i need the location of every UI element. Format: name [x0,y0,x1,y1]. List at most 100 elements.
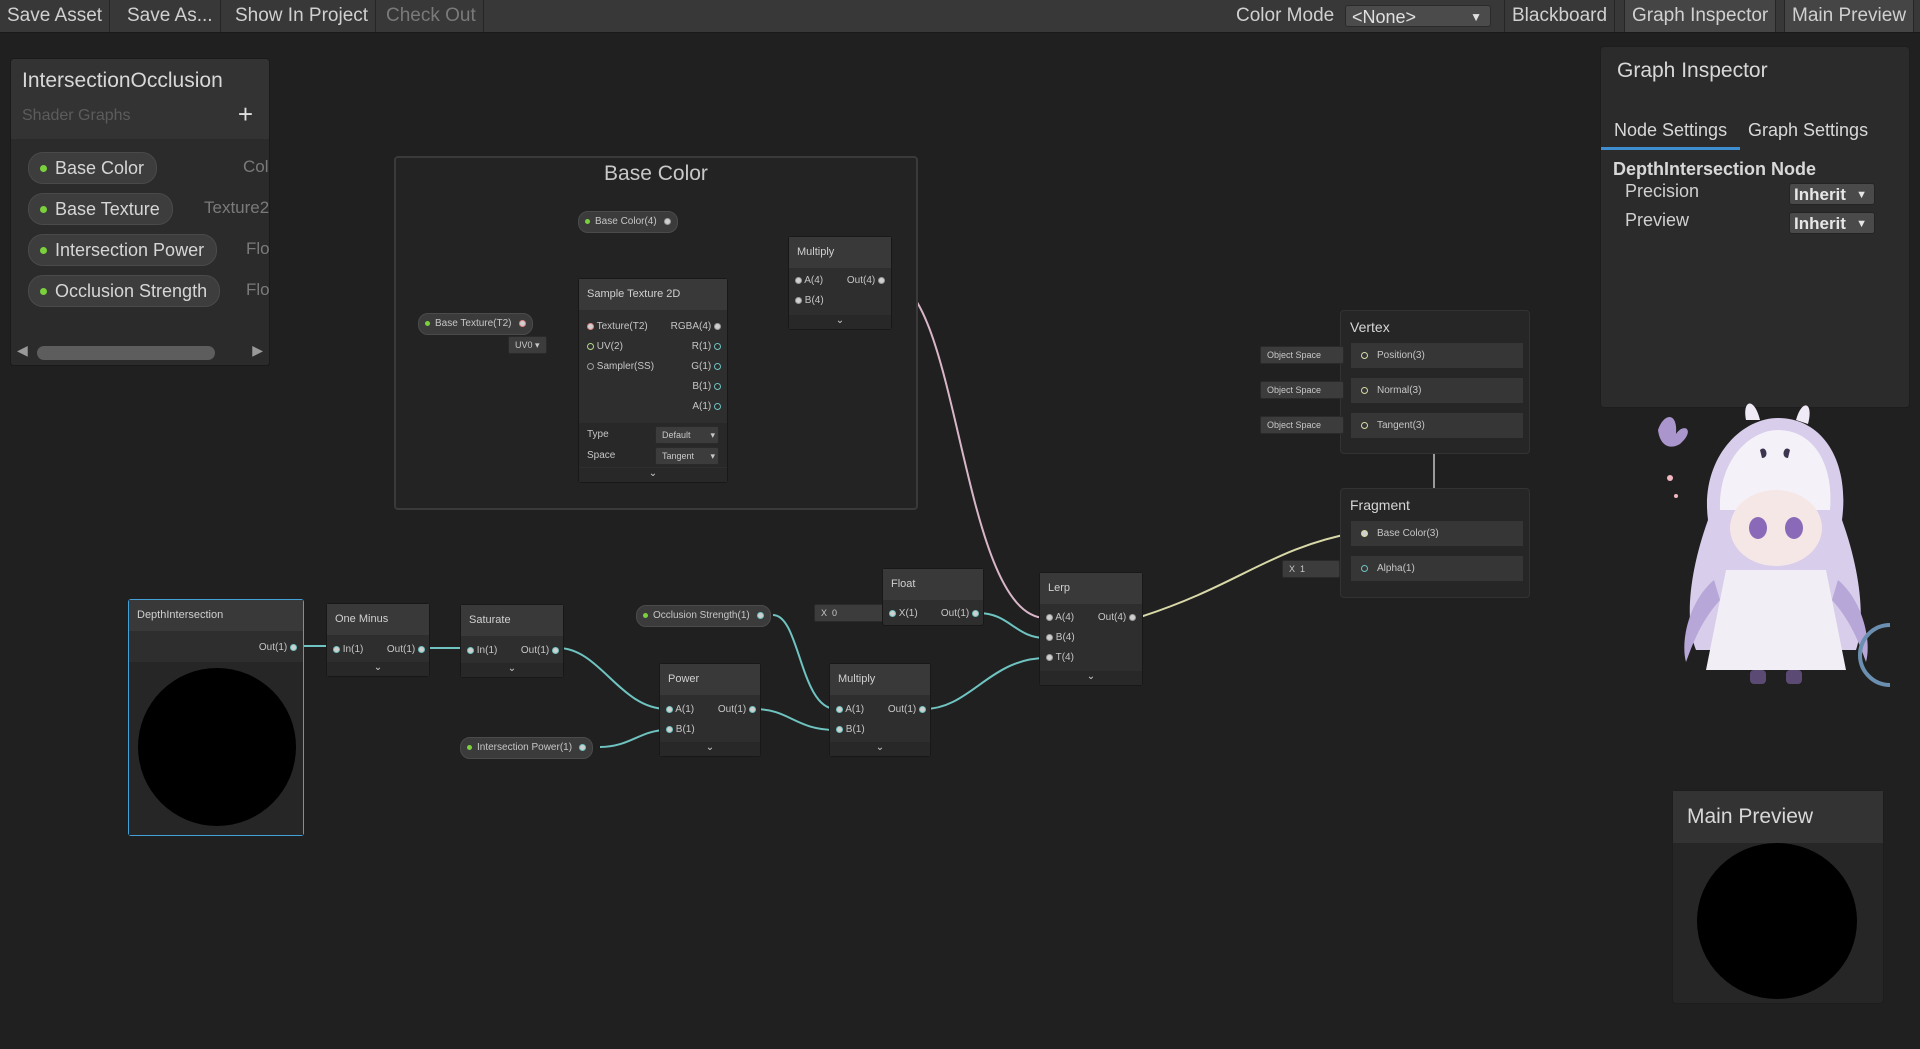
output-port-b[interactable]: B(1) [692,381,721,392]
port-pin-icon[interactable] [1361,387,1368,394]
node-multiply-color[interactable]: Multiply A(4) B(4) Out(4) ⌄ [788,236,892,330]
output-port-out[interactable]: Out(1) [521,645,559,656]
output-port-rgba[interactable]: RGBA(4) [671,321,721,332]
output-port-r[interactable]: R(1) [692,341,721,352]
space-dropdown[interactable]: Tangent ▾ [655,447,719,465]
port-pin-icon[interactable] [749,705,756,713]
port-pin-icon[interactable] [418,645,425,653]
input-port-sampler[interactable]: Sampler(SS) [587,361,654,372]
input-port-uv[interactable]: UV(2) [587,341,623,352]
port-pin-icon[interactable] [587,342,594,350]
node-saturate[interactable]: Saturate In(1) Out(1) ⌄ [460,604,564,678]
collapse-chevron-icon[interactable]: ⌄ [327,662,429,676]
output-port-g[interactable]: G(1) [691,361,721,372]
collapse-chevron-icon[interactable]: ⌄ [1040,671,1142,685]
fragment-slot-alpha[interactable]: Alpha(1) [1351,556,1523,581]
node-float[interactable]: Float X(1) Out(1) [882,568,984,626]
input-port-b[interactable]: B(4) [795,295,824,306]
port-pin-icon[interactable] [919,705,926,713]
fragment-slot-base-color[interactable]: Base Color(3) [1351,521,1523,546]
vertex-slot-position[interactable]: Position(3) [1351,343,1523,368]
collapse-chevron-icon[interactable]: ⌄ [461,663,563,677]
port-pin-icon[interactable] [795,276,802,284]
node-power[interactable]: Power A(1) B(1) Out(1) ⌄ [659,663,761,757]
port-pin-icon[interactable] [889,609,896,617]
port-pin-icon[interactable] [552,646,559,654]
node-sample-texture-2d[interactable]: Sample Texture 2D Texture(T2) UV(2) Samp… [578,278,728,483]
output-port-icon[interactable] [579,744,587,751]
property-node-base-texture[interactable]: Base Texture(T2) [418,313,533,335]
output-port-out[interactable]: Out(1) [888,704,926,715]
tab-graph-settings[interactable]: Graph Settings [1735,113,1881,147]
port-pin-icon[interactable] [972,609,979,617]
input-port-x[interactable]: X(1) [889,608,918,619]
input-port-t[interactable]: T(4) [1046,652,1074,663]
output-port-out[interactable]: Out(1) [387,644,425,655]
port-pin-icon[interactable] [290,643,297,651]
port-pin-icon[interactable] [714,402,721,410]
input-port-b[interactable]: B(1) [666,724,695,735]
collapse-chevron-icon[interactable]: ⌄ [660,742,760,756]
input-port-in[interactable]: In(1) [467,645,497,656]
port-pin-icon[interactable] [333,645,340,653]
precision-dropdown[interactable]: Inherit ▼ [1789,183,1875,205]
input-port-a[interactable]: A(1) [666,704,694,715]
node-depth-intersection[interactable]: DepthIntersection Out(1) [128,599,304,836]
output-port-out[interactable]: Out(1) [718,704,756,715]
port-pin-icon[interactable] [836,705,843,713]
tab-node-settings[interactable]: Node Settings [1601,113,1741,150]
output-port-icon[interactable] [663,218,671,225]
port-pin-icon[interactable] [714,382,721,390]
alpha-value-field[interactable]: X 1 [1282,560,1340,578]
vertex-slot-normal[interactable]: Normal(3) [1351,378,1523,403]
input-port-a[interactable]: A(4) [795,275,823,286]
port-pin-icon[interactable] [1046,653,1053,661]
port-pin-icon[interactable] [714,362,721,370]
port-pin-icon[interactable] [836,725,843,733]
output-port-out[interactable]: Out(4) [1098,612,1136,623]
port-pin-icon[interactable] [666,725,673,733]
position-space-field[interactable]: Object Space [1260,346,1344,364]
input-port-b[interactable]: B(4) [1046,632,1075,643]
port-pin-icon[interactable] [587,322,594,330]
input-port-a[interactable]: A(1) [836,704,864,715]
port-pin-icon[interactable] [666,705,673,713]
port-pin-icon[interactable] [1129,613,1136,621]
port-pin-icon[interactable] [1046,633,1053,641]
collapse-chevron-icon[interactable]: ⌄ [579,468,727,482]
main-preview-sphere[interactable] [1697,843,1857,999]
main-preview-panel[interactable]: Main Preview [1672,790,1884,1004]
output-port-out[interactable]: Out(1) [259,642,297,653]
output-port-out[interactable]: Out(1) [941,608,979,619]
collapse-chevron-icon[interactable]: ⌄ [830,742,930,756]
normal-space-field[interactable]: Object Space [1260,381,1344,399]
node-multiply-occlusion[interactable]: Multiply A(1) B(1) Out(1) ⌄ [829,663,931,757]
port-pin-icon[interactable] [1046,613,1053,621]
output-port-icon[interactable] [756,612,764,619]
port-pin-icon[interactable] [1361,352,1368,359]
property-node-occlusion-strength[interactable]: Occlusion Strength(1) [636,605,771,627]
port-pin-icon[interactable] [878,276,885,284]
uv-channel-dropdown[interactable]: UV0 ▾ [508,336,547,354]
output-port-out[interactable]: Out(4) [847,275,885,286]
port-pin-icon[interactable] [1361,422,1368,429]
input-port-b[interactable]: B(1) [836,724,865,735]
vertex-context[interactable]: Vertex Position(3) Normal(3) Tangent(3) [1340,310,1530,454]
port-pin-icon[interactable] [1361,530,1368,537]
port-pin-icon[interactable] [587,362,594,370]
node-one-minus[interactable]: One Minus In(1) Out(1) ⌄ [326,603,430,677]
property-node-intersection-power[interactable]: Intersection Power(1) [460,737,594,759]
input-port-in[interactable]: In(1) [333,644,363,655]
port-pin-icon[interactable] [795,296,802,304]
port-pin-icon[interactable] [467,646,474,654]
input-port-a[interactable]: A(4) [1046,612,1074,623]
port-pin-icon[interactable] [714,342,721,350]
fragment-context[interactable]: Fragment Base Color(3) Alpha(1) [1340,488,1530,598]
input-port-texture[interactable]: Texture(T2) [587,321,648,332]
port-pin-icon[interactable] [714,322,721,330]
property-node-base-color[interactable]: Base Color(4) [578,211,678,233]
vertex-slot-tangent[interactable]: Tangent(3) [1351,413,1523,438]
port-pin-icon[interactable] [1361,565,1368,572]
output-port-icon[interactable] [518,320,526,327]
output-port-a[interactable]: A(1) [692,401,721,412]
